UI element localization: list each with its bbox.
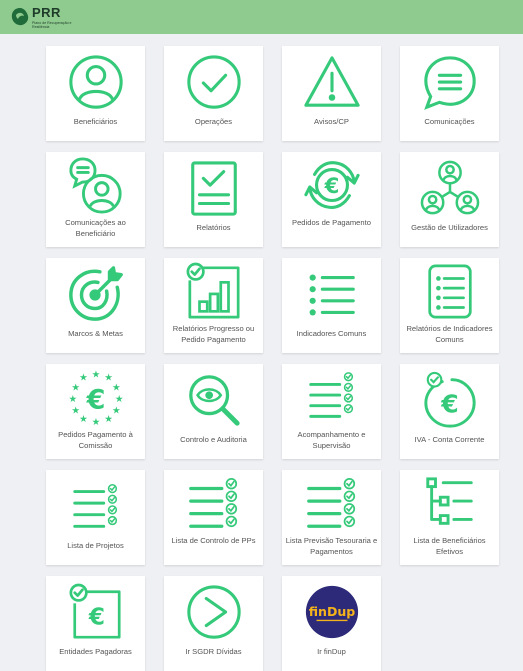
svg-text:★: ★ (91, 370, 100, 381)
tile-entidades-pagadoras[interactable]: € Entidades Pagadoras (46, 576, 145, 671)
tile-beneficiarios[interactable]: Beneficiários (46, 46, 145, 141)
tile-comunicacoes[interactable]: Comunicações (400, 46, 499, 141)
tile-acompanhamento[interactable]: Acompanhamento e Supervisão (282, 364, 381, 459)
tile-relatorios-indicadores[interactable]: Relatórios de Indicadores Comuns (400, 258, 499, 353)
magnify-eye-icon (188, 375, 240, 426)
chat-bubble-icon (423, 56, 476, 110)
tile-label: Marcos & Metas (68, 329, 123, 338)
svg-text:★: ★ (71, 382, 80, 393)
tile-marcos-metas[interactable]: Marcos & Metas (46, 258, 145, 353)
tile-label: Lista de Projetos (67, 541, 124, 550)
user-circle-icon (68, 55, 123, 109)
svg-text:€: € (87, 604, 104, 631)
tile-operacoes[interactable]: Operações (164, 46, 263, 141)
tile-label: Pedidos de Pagamento (292, 218, 371, 227)
tile-label: Ir finDup (317, 647, 346, 656)
tile-iva-conta-corrente[interactable]: € IVA - Conta Corrente (400, 364, 499, 459)
prr-logo[interactable]: PRR Plano de Recuperação e Resiliência (10, 5, 80, 30)
tile-pedidos-comissao[interactable]: ★ ★ ★ ★ ★ ★ ★ ★ ★ ★ ★ ★ € Pedidos Pagamento à Co… (46, 364, 145, 459)
tile-label: Relatórios de Indicadores Comuns (406, 324, 493, 344)
list-document-icon (427, 264, 472, 319)
svg-text:€: € (323, 174, 339, 199)
tile-label: Ir SGDR Dívidas (185, 647, 242, 656)
euro-document-icon: € (69, 583, 121, 639)
tile-label: Lista de Beneficiários Efetivos (413, 536, 486, 556)
report-check-icon (190, 161, 237, 216)
tile-label: Controlo e Auditoria (180, 435, 247, 444)
tile-pedidos-pagamento[interactable]: € Pedidos de Pagamento (282, 152, 381, 247)
findup-logo-icon: finDup (305, 585, 358, 639)
euro-stars-icon: ★ ★★ ★★★ ★★★ ★★★ € (68, 370, 123, 428)
svg-text:★: ★ (114, 394, 123, 405)
tile-label: Pedidos Pagamento à Comissão (58, 430, 133, 450)
tile-label: Relatórios (196, 223, 231, 232)
svg-text:★: ★ (71, 405, 80, 416)
euro-check-circle-icon: € (423, 371, 476, 428)
tile-lista-previsao-tesouraria[interactable]: Lista Previsão Tesouraria e Pagamentos (282, 470, 381, 565)
tile-comunicacoes-beneficiario[interactable]: Comunicações ao Beneficiário (46, 152, 145, 247)
tile-lista-beneficiarios-efetivos[interactable]: Lista de Beneficiários Efetivos (400, 470, 499, 565)
top-bar: PRR Plano de Recuperação e Resiliência (0, 0, 523, 34)
bar-chart-icon (186, 262, 240, 319)
logo-subtitle: Plano de Recuperação e Resiliência (32, 21, 72, 29)
tile-gestao-utilizadores[interactable]: Gestão de Utilizadores (400, 152, 499, 247)
checklist-icon (72, 483, 117, 528)
svg-text:€: € (440, 390, 458, 419)
tile-indicadores-comuns[interactable]: Indicadores Comuns (282, 258, 381, 353)
tile-relatorios[interactable]: Relatórios (164, 152, 263, 247)
checklist-icon (306, 477, 355, 528)
tile-label: Avisos/CP (314, 117, 349, 126)
user-message-icon (68, 157, 122, 214)
tile-ir-sgdr-dividas[interactable]: Ir SGDR Dívidas (164, 576, 263, 671)
tile-label: Relatórios Progresso ou Pedido Pagamento (172, 324, 255, 344)
warning-triangle-icon (303, 56, 360, 107)
prr-logo-icon (11, 8, 29, 26)
svg-text:★: ★ (111, 382, 120, 393)
tile-lista-controlo-pps[interactable]: Lista de Controlo de PPs (164, 470, 263, 565)
tile-label: Beneficiários (73, 117, 118, 126)
tile-label: Indicadores Comuns (296, 329, 367, 338)
bullet-list-icon (309, 274, 355, 316)
svg-text:€: € (85, 385, 105, 416)
check-circle-icon (186, 55, 241, 109)
checklist-icon (188, 477, 237, 528)
checklist-icon (308, 372, 353, 418)
svg-text:finDup: finDup (308, 604, 355, 619)
tile-label: Acompanhamento e Supervisão (297, 430, 366, 450)
tile-label: Gestão de Utilizadores (411, 223, 488, 232)
svg-text:★: ★ (104, 414, 113, 425)
svg-text:★: ★ (111, 405, 120, 416)
svg-text:★: ★ (79, 373, 88, 384)
tree-list-icon (425, 477, 473, 525)
tile-controlo-auditoria[interactable]: Controlo e Auditoria (164, 364, 263, 459)
tile-avisos[interactable]: Avisos/CP (282, 46, 381, 141)
tile-label: Lista de Controlo de PPs (171, 536, 256, 545)
users-network-icon (420, 160, 479, 215)
play-circle-icon (186, 585, 241, 639)
svg-text:★: ★ (68, 394, 77, 405)
tile-relatorios-progresso[interactable]: Relatórios Progresso ou Pedido Pagamento (164, 258, 263, 353)
tile-label: Comunicações ao Beneficiário (65, 218, 126, 238)
euro-refresh-icon: € (303, 161, 360, 209)
svg-text:★: ★ (79, 414, 88, 425)
svg-text:★: ★ (91, 417, 100, 428)
tile-label: Comunicações (424, 117, 475, 126)
tile-label: IVA - Conta Corrente (414, 435, 485, 444)
tile-ir-findup[interactable]: finDup Ir finDup (282, 576, 381, 671)
tile-lista-projetos[interactable]: Lista de Projetos (46, 470, 145, 565)
tile-label: Operações (194, 117, 233, 126)
tile-label: Entidades Pagadoras (59, 647, 132, 656)
logo-text: PRR (32, 5, 61, 20)
tile-label: Lista Previsão Tesouraria e Pagamentos (285, 536, 378, 556)
tile-grid: Beneficiários Operações Avisos/CP Comuni… (46, 46, 516, 671)
target-icon (68, 266, 123, 321)
